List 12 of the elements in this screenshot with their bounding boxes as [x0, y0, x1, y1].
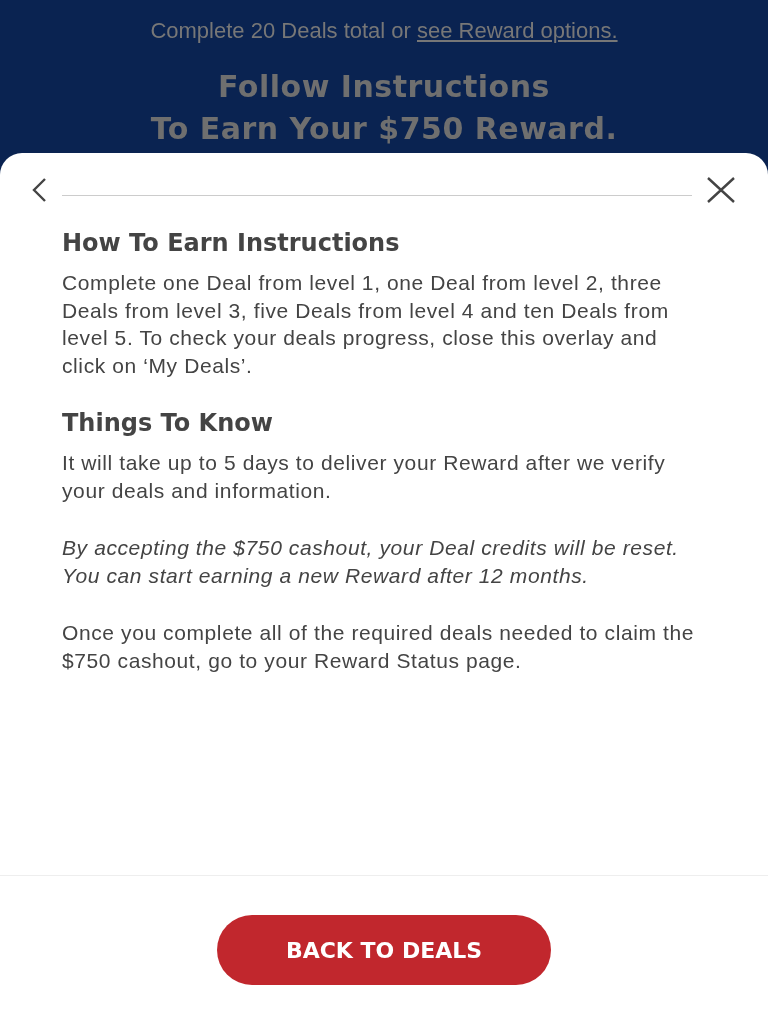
reward-options-link[interactable]: see Reward options. [417, 18, 618, 43]
paragraph: Complete one Deal from level 1, one Deal from level 2, three Deals from level 3, five Deals from level 4 and ten Deals from level 5. To check your deals progress, close this overlay and click on ‘My Deals’. [62, 270, 670, 379]
close-icon[interactable] [706, 177, 736, 203]
intro-text: Complete 20 Deals total or see Reward options. [149, 18, 619, 44]
back-icon[interactable] [30, 177, 48, 203]
paragraph: By accepting the $750 cashout, your Deal credits will be reset. You can start earning a new Reward after 12 months. [62, 535, 680, 589]
page-title: Follow Instructions To Earn Your $750 Reward. [149, 68, 619, 148]
section-heading: Things To Know [62, 409, 274, 437]
back-to-deals-button[interactable]: BACK TO DEALS [217, 915, 551, 985]
section-heading: How To Earn Instructions [62, 229, 401, 257]
paragraph: Once you complete all of the required deals needed to claim the $750 cashout, go to your Reward Status page. [62, 620, 695, 674]
paragraph: It will take up to 5 days to deliver your Reward after we verify your deals and information. [62, 450, 667, 504]
